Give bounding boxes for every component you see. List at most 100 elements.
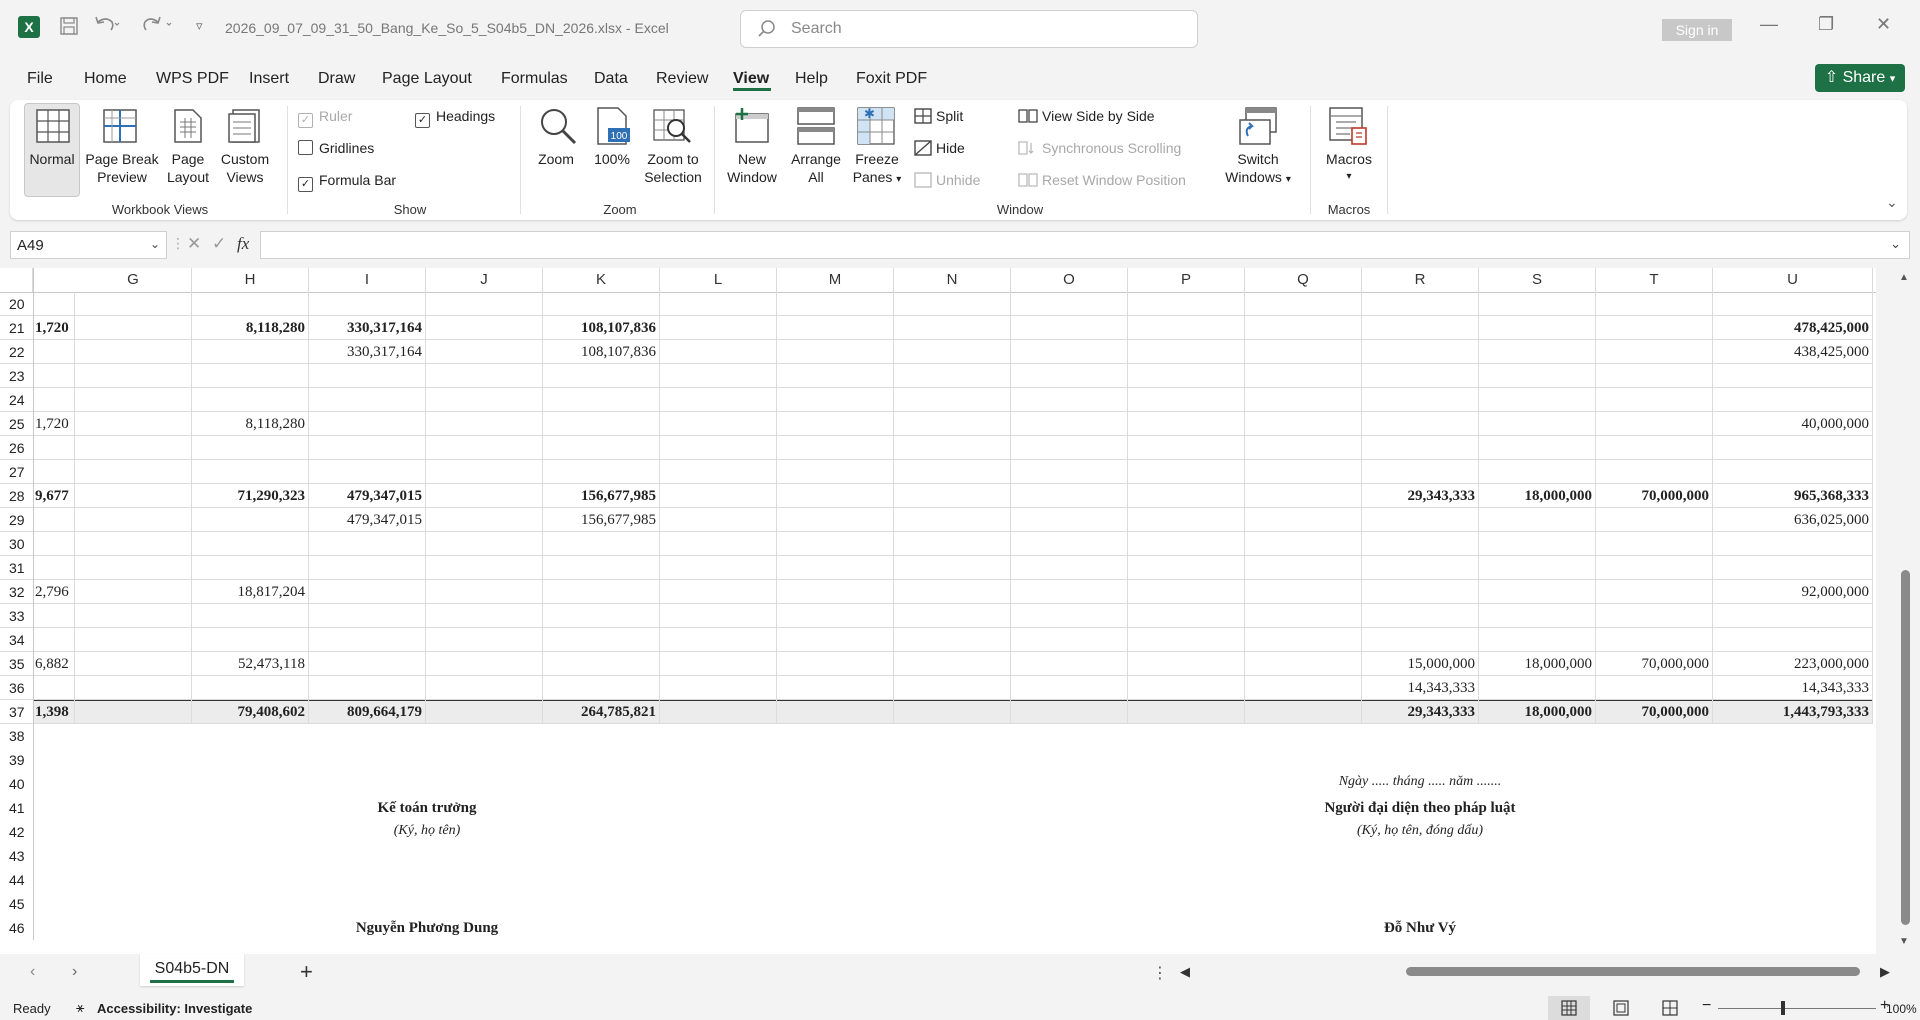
cancel-icon[interactable]: ✕: [187, 234, 201, 254]
cell-f37[interactable]: 1,398: [35, 704, 73, 721]
cell-i22[interactable]: 330,317,164: [309, 344, 422, 361]
column-header-g[interactable]: G: [75, 268, 192, 292]
column-header-m[interactable]: M: [777, 268, 894, 292]
name-box[interactable]: A49 ⌄: [10, 231, 167, 259]
row-header-36[interactable]: 36: [0, 676, 33, 700]
cell-u25[interactable]: 40,000,000: [1713, 416, 1870, 433]
share-button[interactable]: ⇧ Share ▾: [1815, 64, 1905, 92]
row-header-21[interactable]: 21: [0, 316, 33, 340]
cell-i28[interactable]: 479,347,015: [309, 488, 422, 505]
column-header-l[interactable]: L: [660, 268, 777, 292]
cell-h35[interactable]: 52,473,118: [192, 656, 305, 673]
row-header-31[interactable]: 31: [0, 556, 33, 580]
formula-input[interactable]: ⌄: [260, 231, 1910, 259]
row-header-46[interactable]: 46: [0, 916, 33, 940]
accessibility-button[interactable]: Accessibility: Investigate: [97, 1001, 252, 1016]
prev-sheet-icon[interactable]: ‹: [30, 963, 35, 981]
scroll-up-icon[interactable]: ▲: [1899, 272, 1909, 283]
undo-icon[interactable]: [94, 14, 120, 39]
row-header-35[interactable]: 35: [0, 652, 33, 676]
cell-k21[interactable]: 108,107,836: [543, 320, 656, 337]
cell-h21[interactable]: 8,118,280: [192, 320, 305, 337]
enter-icon[interactable]: ✓: [212, 234, 226, 254]
row-header-45[interactable]: 45: [0, 892, 33, 916]
zoom-level[interactable]: 100%: [1886, 1002, 1917, 1016]
column-header-t[interactable]: T: [1596, 268, 1713, 292]
column-header-h[interactable]: H: [192, 268, 309, 292]
macros-button[interactable]: Macros ▾: [1320, 150, 1378, 186]
row-header-29[interactable]: 29: [0, 508, 33, 532]
row-header-38[interactable]: 38: [0, 724, 33, 748]
row-header-41[interactable]: 41: [0, 796, 33, 820]
customize-toolbar-icon[interactable]: ▿: [196, 18, 203, 34]
chevron-down-icon[interactable]: ⌄: [150, 237, 160, 251]
cell-h37[interactable]: 79,408,602: [192, 704, 306, 721]
column-header-o[interactable]: O: [1011, 268, 1128, 292]
cell-f25[interactable]: 1,720: [35, 416, 73, 433]
row-header-33[interactable]: 33: [0, 604, 33, 628]
cell-u21[interactable]: 478,425,000: [1713, 320, 1869, 337]
column-header-u[interactable]: U: [1713, 268, 1873, 292]
worksheet-grid[interactable]: GHIJKLMNOPQRSTU 20 21 1,720 8,118,280 330,31…: [0, 268, 1876, 954]
column-header-r[interactable]: R: [1362, 268, 1479, 292]
menu-draw[interactable]: Draw: [318, 70, 355, 88]
zoom-slider-thumb[interactable]: [1781, 1001, 1785, 1015]
zoom-to-selection-button[interactable]: Zoom to Selection: [638, 150, 708, 186]
sign-in-button[interactable]: Sign in: [1662, 19, 1732, 41]
cell-f35[interactable]: 6,882: [35, 656, 73, 673]
column-header-k[interactable]: K: [543, 268, 660, 292]
cell-f32[interactable]: 2,796: [35, 584, 73, 601]
page-layout-status-icon[interactable]: [1613, 1000, 1629, 1019]
row-header-25[interactable]: 25: [0, 412, 33, 436]
row-header-42[interactable]: 42: [0, 820, 33, 844]
view-side-by-side-button[interactable]: View Side by Side: [1018, 108, 1155, 124]
cell-u35[interactable]: 223,000,000: [1713, 656, 1869, 673]
vertical-scroll-thumb[interactable]: [1901, 570, 1910, 925]
cell-s35[interactable]: 18,000,000: [1479, 656, 1593, 673]
cell-r28[interactable]: 29,343,333: [1362, 488, 1476, 505]
column-header-p[interactable]: P: [1128, 268, 1245, 292]
menu-review[interactable]: Review: [656, 70, 708, 88]
new-window-button[interactable]: New Window: [722, 150, 782, 186]
cell-i29[interactable]: 479,347,015: [309, 512, 422, 529]
collapse-ribbon-icon[interactable]: ⌄: [1886, 194, 1898, 211]
cell-t28[interactable]: 70,000,000: [1596, 488, 1710, 505]
cell-u37[interactable]: 1,443,793,333: [1713, 704, 1869, 721]
cell-u22[interactable]: 438,425,000: [1713, 344, 1869, 361]
column-header-j[interactable]: J: [426, 268, 543, 292]
menu-view[interactable]: View: [733, 70, 769, 88]
row-header-39[interactable]: 39: [0, 748, 33, 772]
cell-k37[interactable]: 264,785,821: [543, 704, 656, 721]
insert-function-button[interactable]: fx: [237, 234, 249, 254]
menu-formulas[interactable]: Formulas: [501, 70, 568, 88]
scroll-down-icon[interactable]: ▼: [1899, 936, 1909, 947]
select-all-corner[interactable]: [0, 268, 33, 292]
menu-help[interactable]: Help: [795, 70, 828, 88]
horizontal-scroll-thumb[interactable]: [1406, 967, 1860, 976]
cell-i21[interactable]: 330,317,164: [309, 320, 422, 337]
menu-foxit-pdf[interactable]: Foxit PDF: [856, 70, 927, 88]
formula-bar-checkbox[interactable]: ✓ Formula Bar: [298, 172, 396, 192]
row-header-43[interactable]: 43: [0, 844, 33, 868]
row-header-26[interactable]: 26: [0, 436, 33, 460]
column-header-i[interactable]: I: [309, 268, 426, 292]
minimize-icon[interactable]: —: [1760, 14, 1778, 35]
row-header-22[interactable]: 22: [0, 340, 33, 364]
row-header-24[interactable]: 24: [0, 388, 33, 412]
cell-u32[interactable]: 92,000,000: [1713, 584, 1870, 601]
cell-h28[interactable]: 71,290,323: [192, 488, 306, 505]
add-sheet-icon[interactable]: +: [300, 959, 313, 985]
tab-split-icon[interactable]: ⋮: [1152, 963, 1168, 983]
cell-s37[interactable]: 18,000,000: [1479, 704, 1593, 721]
menu-page-layout[interactable]: Page Layout: [382, 70, 472, 88]
row-header-32[interactable]: 32: [0, 580, 33, 604]
zoom-button[interactable]: Zoom: [530, 150, 582, 168]
page-break-status-icon[interactable]: [1662, 1000, 1678, 1019]
cell-u28[interactable]: 965,368,333: [1713, 488, 1869, 505]
cell-t35[interactable]: 70,000,000: [1596, 656, 1710, 673]
split-button[interactable]: Split: [914, 108, 963, 124]
close-icon[interactable]: ✕: [1876, 14, 1891, 35]
more-icon[interactable]: ⋮: [171, 235, 185, 252]
cell-k29[interactable]: 156,677,985: [543, 512, 656, 529]
menu-wps-pdf[interactable]: WPS PDF: [156, 70, 229, 88]
